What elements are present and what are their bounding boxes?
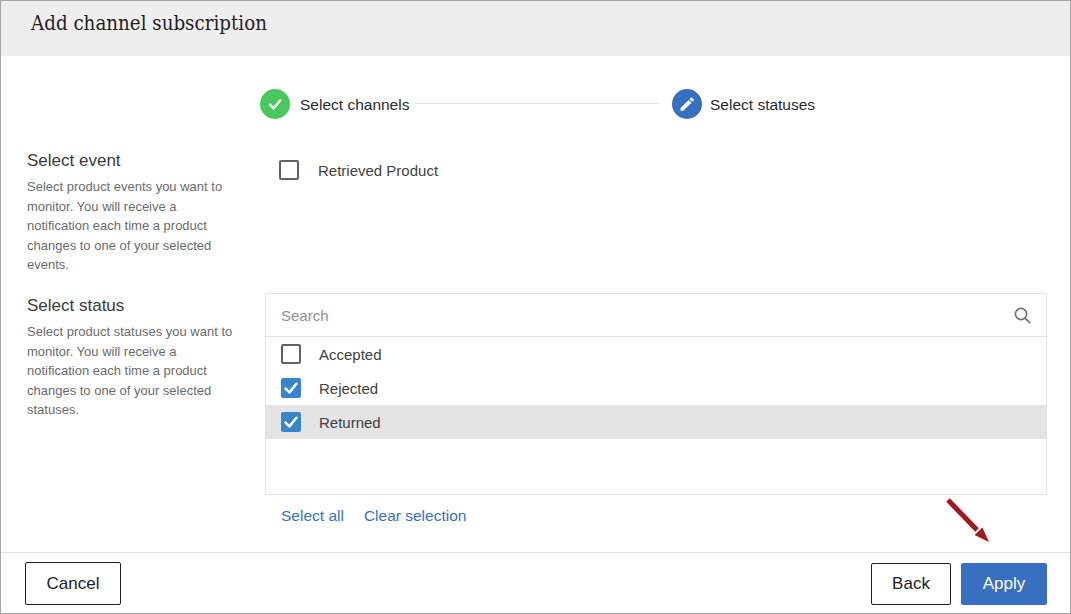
rejected-checkbox[interactable] [281, 378, 301, 398]
dialog-header: Add channel subscription [1, 1, 1070, 56]
dialog-title: Add channel subscription [31, 1, 267, 46]
step-completed-circle [260, 89, 290, 119]
event-item-retrieved-product[interactable]: Retrieved Product [279, 160, 438, 180]
annotation-arrow-icon [941, 493, 997, 549]
search-icon [1013, 306, 1032, 325]
returned-checkbox[interactable] [281, 412, 301, 432]
retrieved-product-checkbox[interactable] [279, 160, 299, 180]
status-row-label: Accepted [319, 346, 382, 363]
status-row-rejected[interactable]: Rejected [266, 371, 1046, 405]
step-current-circle [672, 89, 702, 119]
status-row-label: Rejected [319, 380, 378, 397]
step-select-statuses-label: Select statuses [710, 94, 815, 116]
select-status-heading: Select status [27, 296, 124, 316]
select-status-description: Select product statuses you want to moni… [27, 322, 247, 420]
select-all-link[interactable]: Select all [281, 507, 344, 525]
add-channel-subscription-dialog: Add channel subscription Select channels… [0, 0, 1071, 614]
accepted-checkbox[interactable] [281, 344, 301, 364]
select-event-heading: Select event [27, 151, 121, 171]
status-listbox: Accepted Rejected Returned [265, 293, 1047, 495]
cancel-button[interactable]: Cancel [25, 562, 121, 605]
status-row-label: Returned [319, 414, 381, 431]
stepper-connector-line [415, 103, 659, 104]
apply-button[interactable]: Apply [961, 563, 1047, 605]
search-input[interactable] [266, 294, 1046, 336]
status-search-row [266, 294, 1046, 337]
step-select-channels-label: Select channels [300, 94, 409, 116]
event-item-label: Retrieved Product [318, 162, 438, 179]
clear-selection-link[interactable]: Clear selection [364, 507, 467, 525]
select-event-description: Select product events you want to monito… [27, 177, 247, 275]
status-row-returned[interactable]: Returned [266, 405, 1046, 439]
back-button[interactable]: Back [871, 563, 951, 605]
footer-separator [1, 552, 1070, 553]
status-row-accepted[interactable]: Accepted [266, 337, 1046, 371]
